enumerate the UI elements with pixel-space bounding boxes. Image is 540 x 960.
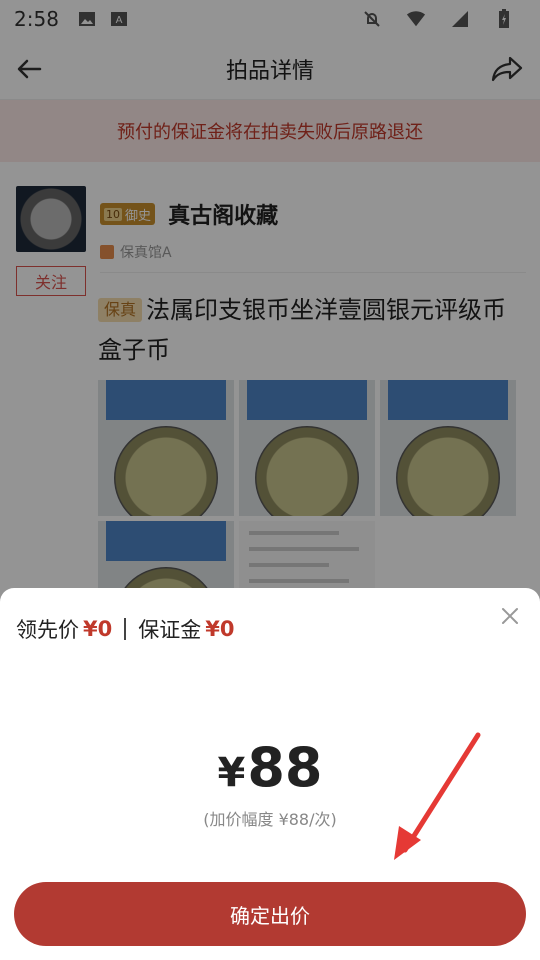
header-divider bbox=[124, 618, 127, 640]
leading-price-label: 领先价 bbox=[16, 618, 79, 642]
bid-bottom-sheet: 领先价 ¥0 保证金 ¥0 ¥88 (加价幅度 ¥88/次) 确定出价 bbox=[0, 588, 540, 960]
deposit-value: ¥0 bbox=[205, 617, 235, 641]
close-icon[interactable] bbox=[498, 604, 522, 628]
bid-increment: (加价幅度 ¥88/次) bbox=[203, 810, 337, 829]
bid-amount: ¥88 bbox=[0, 736, 540, 799]
bid-amount-value: 88 bbox=[247, 736, 323, 799]
deposit-label: 保证金 bbox=[138, 618, 202, 642]
leading-price-value: ¥0 bbox=[83, 617, 113, 641]
bid-currency: ¥ bbox=[217, 750, 246, 796]
bid-sheet-header: 领先价 ¥0 保证金 ¥0 bbox=[16, 614, 234, 644]
confirm-bid-label: 确定出价 bbox=[230, 905, 310, 928]
confirm-bid-button[interactable]: 确定出价 bbox=[14, 882, 526, 946]
